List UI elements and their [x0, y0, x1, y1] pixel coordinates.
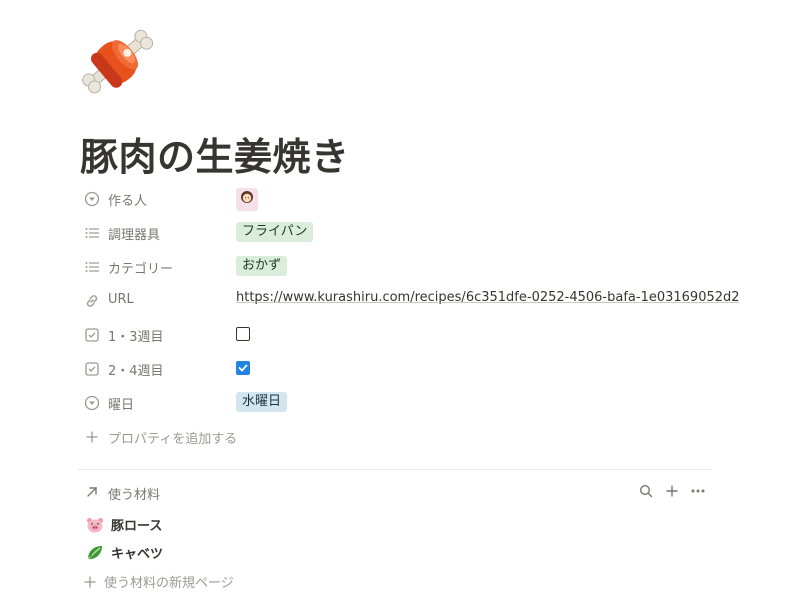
checkbox-unchecked[interactable]: [236, 327, 250, 341]
relation-item-label: キャベツ: [111, 547, 164, 562]
url-text[interactable]: https://www.kurashiru.com/recipes/6c351d…: [236, 290, 740, 305]
plus-icon: [82, 574, 98, 590]
property-label: 調理器具: [108, 228, 161, 243]
property-label: 作る人: [108, 194, 148, 209]
add-property-label: プロパティを追加する: [108, 432, 238, 447]
relation-item[interactable]: キャベツ: [86, 543, 163, 562]
list-icon: [84, 225, 100, 241]
property-list: 作る人 調理器具 フライパン カテゴリー おかず URL https://www…: [80, 182, 740, 454]
select-icon: [84, 191, 100, 207]
property-label: URL: [108, 292, 134, 307]
woman-emoji-icon: [236, 188, 258, 211]
cookware-value[interactable]: フライパン: [236, 222, 314, 242]
select-icon: [84, 395, 100, 411]
property-row-category[interactable]: カテゴリー おかず: [80, 250, 720, 284]
property-label: 1・3週目: [108, 330, 164, 345]
arrow-up-right-icon: [84, 484, 100, 500]
more-icon[interactable]: [690, 483, 706, 499]
link-icon: [84, 293, 100, 309]
pig-face-icon: [86, 517, 104, 533]
add-icon[interactable]: [664, 483, 680, 499]
property-row-cookware[interactable]: 調理器具 フライパン: [80, 216, 720, 250]
tag: フライパン: [236, 222, 314, 242]
relation-new-page-label: 使う材料の新規ページ: [104, 576, 234, 591]
property-row-creator[interactable]: 作る人: [80, 182, 720, 216]
relation-new-page-button[interactable]: 使う材料の新規ページ: [82, 572, 234, 591]
property-row-weekday[interactable]: 曜日 水曜日: [80, 386, 720, 420]
checkbox-icon: [84, 361, 100, 377]
url-link[interactable]: https://www.kurashiru.com/recipes/6c351d…: [236, 290, 740, 305]
page-title[interactable]: 豚肉の生姜焼き: [80, 126, 350, 181]
leafy-green-icon: [86, 545, 104, 561]
relation-item[interactable]: 豚ロース: [86, 515, 162, 534]
property-label: 曜日: [108, 398, 135, 413]
checkbox-icon: [84, 327, 100, 343]
property-row-url[interactable]: URL https://www.kurashiru.com/recipes/6c…: [80, 284, 740, 318]
relation-toolbar: [638, 483, 706, 499]
property-row-week-1-3[interactable]: 1・3週目: [80, 318, 720, 352]
divider: [78, 469, 712, 470]
list-icon: [84, 259, 100, 275]
meat-on-bone-icon[interactable]: [78, 24, 158, 100]
search-icon[interactable]: [638, 483, 654, 499]
relation-title[interactable]: 使う材料: [108, 484, 160, 503]
add-property-button[interactable]: プロパティを追加する: [80, 420, 720, 454]
weekday-value[interactable]: 水曜日: [236, 392, 288, 412]
plus-icon: [84, 429, 100, 445]
person-value[interactable]: [236, 188, 258, 211]
relation-header: 使う材料: [80, 480, 712, 504]
tag: 水曜日: [236, 392, 288, 412]
property-label: カテゴリー: [108, 262, 174, 277]
relation-item-label: 豚ロース: [111, 519, 163, 534]
property-row-week-2-4[interactable]: 2・4週目: [80, 352, 720, 386]
property-label: 2・4週目: [108, 364, 164, 379]
checkbox-checked[interactable]: [236, 361, 250, 375]
category-value[interactable]: おかず: [236, 256, 288, 276]
tag: おかず: [236, 256, 288, 276]
